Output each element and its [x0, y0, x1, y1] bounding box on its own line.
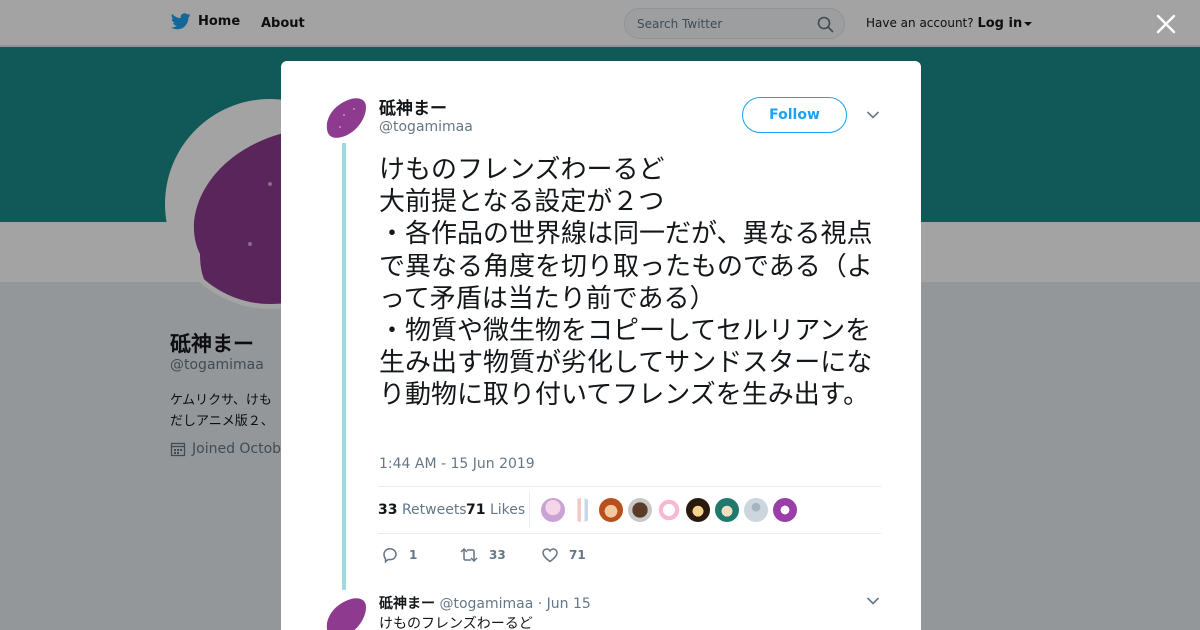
reply-author-name[interactable]: 砥神まー	[379, 596, 435, 612]
retweets-count: 33	[378, 502, 398, 518]
liker-avatar[interactable]	[541, 498, 565, 522]
chevron-down-icon[interactable]	[866, 110, 880, 120]
follow-button[interactable]: Follow	[742, 97, 847, 133]
reply-text: けものフレンズわーるど	[379, 616, 533, 630]
liker-avatar[interactable]	[628, 498, 652, 522]
liker-avatar[interactable]	[657, 498, 681, 522]
like-button[interactable]: 71	[541, 546, 586, 564]
reply-button[interactable]: 1	[381, 546, 417, 564]
likes-label: Likes	[489, 502, 526, 518]
close-icon[interactable]	[1155, 13, 1177, 35]
heart-icon	[542, 548, 558, 563]
tweet-timestamp[interactable]: 1:44 AM - 15 Jun 2019	[379, 456, 535, 472]
liker-avatar[interactable]	[570, 498, 594, 522]
likes-stat[interactable]: 71 Likes	[466, 502, 525, 518]
retweet-count: 33	[489, 548, 506, 562]
liker-avatar[interactable]	[773, 498, 797, 522]
reply-count: 1	[409, 548, 418, 562]
like-count: 71	[569, 548, 586, 562]
reply-author-line: 砥神まー @togamimaa · Jun 15	[379, 593, 591, 613]
stats-divider	[529, 492, 530, 528]
reply-author-avatar[interactable]	[324, 595, 368, 630]
retweet-icon	[460, 547, 478, 563]
author-name[interactable]: 砥神まー	[379, 94, 447, 119]
thread-connector-line	[342, 143, 346, 590]
retweets-label: Retweets	[401, 502, 467, 518]
liker-avatar[interactable]	[744, 498, 768, 522]
liker-avatar[interactable]	[599, 498, 623, 522]
tweet-actions: 1 33 71	[381, 546, 681, 566]
reply-date[interactable]: · Jun 15	[538, 596, 591, 612]
author-handle[interactable]: @togamimaa	[379, 119, 473, 135]
retweets-stat[interactable]: 33 Retweets	[378, 502, 467, 518]
likes-count: 71	[466, 502, 486, 518]
reply-author-handle[interactable]: @togamimaa	[439, 596, 533, 612]
tweet-stats: 33 Retweets 71 Likes	[378, 486, 881, 534]
tweet-text: けものフレンズわーるど 大前提となる設定が２つ ・各作品の世界線は同一だが、異な…	[379, 155, 873, 411]
retweet-button[interactable]: 33	[459, 546, 506, 564]
liker-avatars	[541, 498, 797, 522]
liker-avatar[interactable]	[686, 498, 710, 522]
chevron-down-icon[interactable]	[866, 596, 880, 606]
reply-icon	[383, 548, 397, 564]
tweet-modal: 砥神まー @togamimaa Follow けものフレンズわーるど 大前提とな…	[281, 61, 921, 630]
author-avatar[interactable]	[324, 95, 368, 139]
liker-avatar[interactable]	[715, 498, 739, 522]
